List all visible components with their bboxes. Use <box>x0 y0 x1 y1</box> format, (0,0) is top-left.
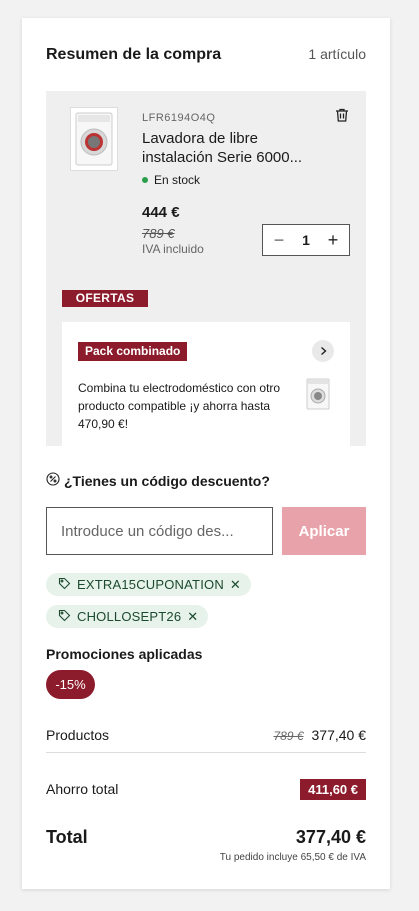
saving-row: Ahorro total 411,60 € <box>46 778 366 800</box>
iva-note: Tu pedido incluye 65,50 € de IVA <box>219 852 366 863</box>
percent-badge-icon <box>46 472 60 489</box>
summary-header: Resumen de la compra 1 artículo <box>46 46 366 64</box>
remove-coupon-icon[interactable]: ✕ <box>230 577 241 593</box>
coupon-chip: CHOLLOSEPT26 ✕ <box>46 605 209 628</box>
promotions-title: Promociones aplicadas <box>46 646 203 662</box>
order-summary-card: Resumen de la compra 1 artículo LFR6194O… <box>22 18 390 889</box>
products-row: Productos 789 € 377,40 € <box>46 725 366 745</box>
cart-item: LFR6194O4Q Lavadora de libre instalación… <box>46 91 366 448</box>
coupon-chip: EXTRA15CUPONATION ✕ <box>46 573 252 596</box>
discount-code-input[interactable] <box>46 507 273 555</box>
product-price: 444 € <box>142 204 180 221</box>
pack-product-image <box>306 378 330 410</box>
chevron-right-icon[interactable] <box>312 340 334 362</box>
tag-icon <box>58 609 71 625</box>
apply-button[interactable]: Aplicar <box>282 507 366 555</box>
total-value: 377,40 € <box>295 826 366 847</box>
stock-label: En stock <box>154 173 201 187</box>
divider <box>46 752 366 753</box>
coupon-code: CHOLLOSEPT26 <box>77 609 182 624</box>
discount-question: ¿Tienes un código descuento? <box>46 472 270 489</box>
promotion-badge: -15% <box>46 670 95 699</box>
coupon-code: EXTRA15CUPONATION <box>77 577 224 592</box>
saving-label: Ahorro total <box>46 781 119 797</box>
stock-dot-icon <box>142 177 148 183</box>
stock-status: En stock <box>142 173 200 187</box>
total-row: Total 377,40 € <box>46 824 366 850</box>
pack-offer[interactable]: Pack combinado Combina tu electrodomésti… <box>62 322 350 448</box>
product-sku: LFR6194O4Q <box>142 112 216 124</box>
products-price: 377,40 € <box>311 727 367 743</box>
tag-icon <box>58 577 71 593</box>
products-values: 789 € 377,40 € <box>273 727 366 743</box>
offers-badge: OFERTAS <box>62 290 148 307</box>
discount-question-label: ¿Tienes un código descuento? <box>64 472 270 489</box>
summary-title: Resumen de la compra <box>46 46 222 63</box>
pack-tag: Pack combinado <box>78 342 188 361</box>
trash-icon[interactable] <box>334 107 350 123</box>
remove-coupon-icon[interactable]: ✕ <box>187 609 198 625</box>
total-label: Total <box>46 826 88 847</box>
product-name[interactable]: Lavadora de libre instalación Serie 6000… <box>142 129 322 167</box>
quantity-value: 1 <box>302 232 310 248</box>
tax-note: IVA incluido <box>142 242 204 256</box>
increase-quantity-button[interactable]: + <box>325 231 341 249</box>
pack-description: Combina tu electrodoméstico con otro pro… <box>78 381 281 431</box>
product-old-price: 789 € <box>142 226 175 241</box>
product-image[interactable] <box>70 107 118 171</box>
decrease-quantity-button[interactable]: − <box>271 231 287 249</box>
products-label: Productos <box>46 727 110 743</box>
saving-value: 411,60 € <box>300 778 366 800</box>
quantity-stepper[interactable]: − 1 + <box>262 224 350 256</box>
item-count: 1 artículo <box>308 46 366 62</box>
products-old-price: 789 € <box>273 729 304 743</box>
